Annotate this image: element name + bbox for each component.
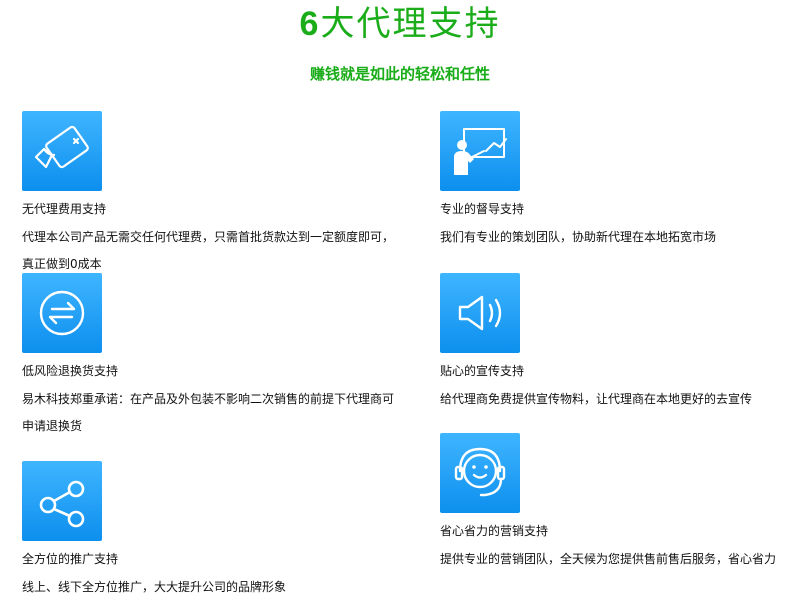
feature-marketing-reach: 全方位的推广支持 线上、线下全方位推广，大大提升公司的品牌形象 <box>22 461 402 599</box>
feature-title: 省心省力的营销支持 <box>440 524 549 538</box>
feature-desc: 提供专业的营销团队，全天候为您提供售前售后服务，省心省力 <box>440 552 777 566</box>
headset-agent-icon <box>440 433 520 513</box>
title-text: 大代理支持 <box>320 4 501 44</box>
feature-title: 全方位的推广支持 <box>22 552 119 566</box>
feature-desc: 代理本公司产品无需交任何代理费，只需首批货款达到一定额度即可，真正做到0成本 <box>22 230 395 271</box>
teacher-board-icon <box>440 111 520 191</box>
speaker-icon <box>440 273 520 353</box>
page-subtitle: 赚钱就是如此的轻松和任性 <box>309 65 490 83</box>
no-fee-card-icon <box>22 111 102 191</box>
agent-support-page: 6大代理支持 赚钱就是如此的轻松和任性 无代理费用支持 代理本公司产品无需交任何… <box>0 0 800 599</box>
exchange-arrows-icon <box>22 273 102 353</box>
feature-title: 贴心的宣传支持 <box>440 364 525 378</box>
share-nodes-icon <box>22 461 102 541</box>
feature-low-risk-return: 低风险退换货支持 易木科技郑重承诺：在产品及外包装不影响二次销售的前提下代理商可… <box>22 273 402 440</box>
feature-title: 专业的督导支持 <box>440 202 525 216</box>
feature-desc: 我们有专业的策划团队，协助新代理在本地拓宽市场 <box>440 230 717 244</box>
feature-no-fee: 无代理费用支持 代理本公司产品无需交任何代理费，只需首批货款达到一定额度即可，真… <box>22 111 402 278</box>
feature-supervision: 专业的督导支持 我们有专业的策划团队，协助新代理在本地拓宽市场 <box>440 111 800 251</box>
feature-desc: 易木科技郑重承诺：在产品及外包装不影响二次销售的前提下代理商可申请退换货 <box>22 392 395 433</box>
feature-promotion: 贴心的宣传支持 给代理商免费提供宣传物料，让代理商在本地更好的去宣传 <box>440 273 800 413</box>
feature-title: 低风险退换货支持 <box>22 364 119 378</box>
feature-title: 无代理费用支持 <box>22 202 107 216</box>
feature-desc: 给代理商免费提供宣传物料，让代理商在本地更好的去宣传 <box>440 392 753 406</box>
feature-sales-service: 省心省力的营销支持 提供专业的营销团队，全天候为您提供售前售后服务，省心省力 <box>440 433 800 573</box>
page-title: 6大代理支持 <box>0 4 800 44</box>
title-number: 6 <box>299 5 321 43</box>
feature-desc: 线上、线下全方位推广，大大提升公司的品牌形象 <box>22 580 287 594</box>
